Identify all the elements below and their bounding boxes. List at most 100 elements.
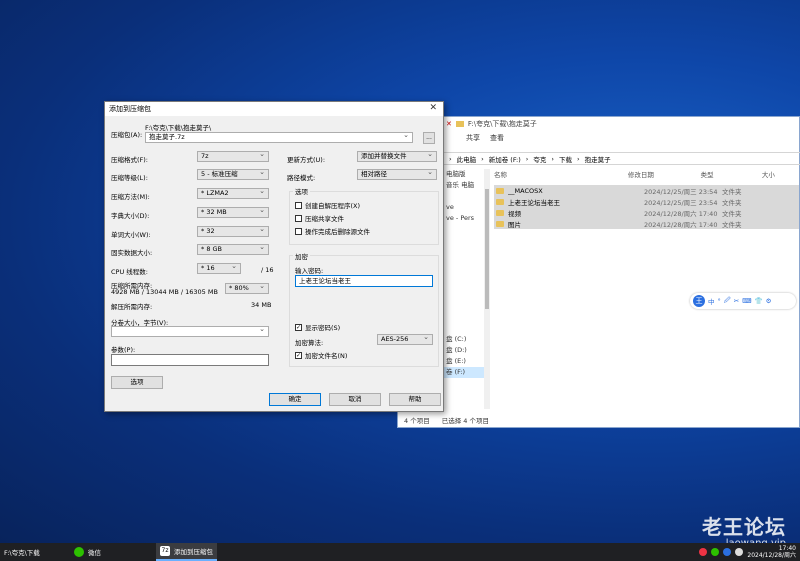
mem-values: 4928 MB / 13044 MB / 16305 MB <box>111 288 218 296</box>
column-type[interactable]: 类型 <box>700 169 761 183</box>
nav-item[interactable] <box>442 301 484 312</box>
nav-item[interactable] <box>442 312 484 323</box>
options-button[interactable]: 选项 <box>111 376 163 389</box>
ime-scissors-icon[interactable]: ✂ <box>734 297 739 305</box>
folder-icon <box>455 121 464 127</box>
ime-punct-icon[interactable]: ° <box>718 297 721 305</box>
breadcrumb-current[interactable]: 抱走莫子 <box>585 154 611 164</box>
encrypt-names-checkbox[interactable]: ✓ 加密文件名(N) <box>295 350 347 360</box>
archive-label: 压缩包(A): <box>111 131 143 139</box>
nav-item[interactable]: 音乐 电脑 <box>442 180 484 191</box>
scrollbar-thumb[interactable] <box>485 189 489 309</box>
checkbox-box[interactable] <box>295 214 302 222</box>
taskbar-item-wechat[interactable]: 微信 <box>70 543 105 561</box>
file-explorer-window[interactable]: ✕ F:\夸克\下载\抱走莫子 共享 查看 › 此电脑 › 新加卷 (F:) ›… <box>397 116 800 428</box>
checkbox-box[interactable] <box>295 227 302 235</box>
method-select[interactable]: * LZMA2 <box>197 188 269 199</box>
nav-item[interactable] <box>442 257 484 268</box>
split-combo[interactable] <box>111 326 269 337</box>
tab-view[interactable]: 查看 <box>490 133 504 143</box>
tray-wechat-icon[interactable] <box>711 548 720 556</box>
nav-item[interactable] <box>442 279 484 290</box>
nav-item[interactable] <box>442 235 484 246</box>
nav-item[interactable] <box>442 246 484 257</box>
show-password-checkbox[interactable]: ✓ 显示密码(S) <box>295 322 340 332</box>
ime-skin-icon[interactable]: 👕 <box>755 297 763 305</box>
ime-keyboard-icon[interactable]: ⌨ <box>742 297 751 305</box>
nav-item[interactable]: ve <box>442 202 484 213</box>
nav-item[interactable]: 电脑版 <box>442 169 484 180</box>
breadcrumb-download[interactable]: 下载 <box>559 154 572 164</box>
nav-item[interactable]: 盘 (E:) <box>442 356 484 367</box>
ok-button[interactable]: 确定 <box>269 393 321 406</box>
nav-item-selected[interactable]: 卷 (F:) <box>442 367 484 378</box>
tray-network-icon[interactable] <box>723 548 732 556</box>
breadcrumb-drive[interactable]: 新加卷 (F:) <box>489 154 521 164</box>
list-item[interactable]: 上老王论坛当老王 2024/12/25/周三 23:54 文件夹 <box>494 196 799 207</box>
ime-logo-icon[interactable]: 王 <box>693 295 705 307</box>
clock[interactable]: 17:40 2024/12/28/周六 <box>747 545 796 559</box>
column-name[interactable]: 名称 <box>494 169 628 183</box>
dict-select[interactable]: * 32 MB <box>197 207 269 218</box>
archive-path: F:\夸克\下载\抱走莫子\ <box>145 124 212 132</box>
tray-volume-icon[interactable] <box>735 548 744 556</box>
nav-scrollbar[interactable] <box>484 169 490 409</box>
cancel-button[interactable]: 取消 <box>329 393 381 406</box>
column-date[interactable]: 修改日期 <box>628 169 701 183</box>
breadcrumb-quark[interactable]: 夸克 <box>533 154 546 164</box>
params-input[interactable] <box>111 354 269 366</box>
nav-item[interactable] <box>442 290 484 301</box>
taskbar-item-7zip[interactable]: 7z 添加到压缩包 <box>156 543 217 561</box>
taskbar-item-explorer[interactable]: F:\夸克\下载 <box>0 543 44 561</box>
level-select[interactable]: 5 - 标准压缩 <box>197 169 269 180</box>
delete-source-checkbox[interactable]: 操作完成后删除源文件 <box>295 226 370 236</box>
ime-chinese-toggle[interactable]: 中 <box>708 296 715 306</box>
address-bar[interactable]: › 此电脑 › 新加卷 (F:) › 夸克 › 下载 › 抱走莫子 <box>442 152 800 165</box>
update-select[interactable]: 添加并替换文件 <box>357 151 437 162</box>
close-icon[interactable]: ✕ <box>446 120 452 128</box>
threads-label: CPU 线程数: <box>111 268 148 276</box>
mem-percent-select[interactable]: * 80% <box>225 283 269 294</box>
add-to-archive-dialog[interactable]: 添加到压缩包 ✕ 压缩包(A): F:\夸克\下载\抱走莫子\ 抱走莫子.7z … <box>104 101 444 412</box>
format-select[interactable]: 7z <box>197 151 269 162</box>
path-mode-select[interactable]: 相对路径 <box>357 169 437 180</box>
word-select[interactable]: * 32 <box>197 226 269 237</box>
explorer-ribbon: 共享 查看 <box>398 131 799 145</box>
tab-share[interactable]: 共享 <box>466 133 480 143</box>
breadcrumb-this-pc[interactable]: 此电脑 <box>457 154 477 164</box>
options-group-title: 选项 <box>293 186 310 196</box>
archive-name-combo[interactable]: 抱走莫子.7z <box>145 132 413 143</box>
enc-method-select[interactable]: AES-256 <box>377 334 433 345</box>
checkbox-box[interactable]: ✓ <box>295 351 302 359</box>
solid-select[interactable]: * 8 GB <box>197 244 269 255</box>
dialog-titlebar[interactable]: 添加到压缩包 ✕ <box>105 102 443 116</box>
nav-item[interactable]: 盘 (D:) <box>442 345 484 356</box>
file-list: __MACOSX 2024/12/25/周三 23:54 文件夹 上老王论坛当老… <box>494 185 799 229</box>
list-item[interactable]: __MACOSX 2024/12/25/周三 23:54 文件夹 <box>494 185 799 196</box>
ime-settings-icon[interactable]: ⚙ <box>766 297 772 305</box>
close-icon[interactable]: ✕ <box>429 103 437 113</box>
browse-button[interactable]: ... <box>423 132 435 144</box>
list-item[interactable]: 图片 2024/12/28/周六 17:40 文件夹 <box>494 218 799 229</box>
list-item[interactable]: 视频 2024/12/28/周六 17:40 文件夹 <box>494 207 799 218</box>
column-size[interactable]: 大小 <box>762 169 799 183</box>
checkbox-box[interactable] <box>295 201 302 209</box>
threads-select[interactable]: * 16 <box>197 263 241 274</box>
system-tray[interactable]: 17:40 2024/12/28/周六 <box>699 545 796 559</box>
nav-item[interactable] <box>442 323 484 334</box>
checkbox-box[interactable]: ✓ <box>295 323 302 331</box>
help-button[interactable]: 帮助 <box>389 393 441 406</box>
decomp-label: 解压所需内存: <box>111 303 153 311</box>
nav-item[interactable] <box>442 224 484 235</box>
tray-app-icon[interactable] <box>699 548 708 556</box>
navigation-pane[interactable]: 电脑版 音乐 电脑 ve ve - Pers 盘 (C:) 盘 (D:) 盘 (… <box>442 169 484 409</box>
nav-item[interactable] <box>442 268 484 279</box>
nav-item[interactable]: ve - Pers <box>442 213 484 224</box>
nav-item[interactable]: 盘 (C:) <box>442 334 484 345</box>
ime-toolbar[interactable]: 王 中 ° 🖉 ✂ ⌨ 👕 ⚙ <box>690 293 796 309</box>
nav-item[interactable] <box>442 191 484 202</box>
ime-pen-icon[interactable]: 🖉 <box>724 296 731 307</box>
password-input[interactable]: 上老王论坛当老王 <box>295 275 433 287</box>
shared-checkbox[interactable]: 压缩共享文件 <box>295 213 344 223</box>
sfx-checkbox[interactable]: 创建自解压程序(X) <box>295 200 360 210</box>
